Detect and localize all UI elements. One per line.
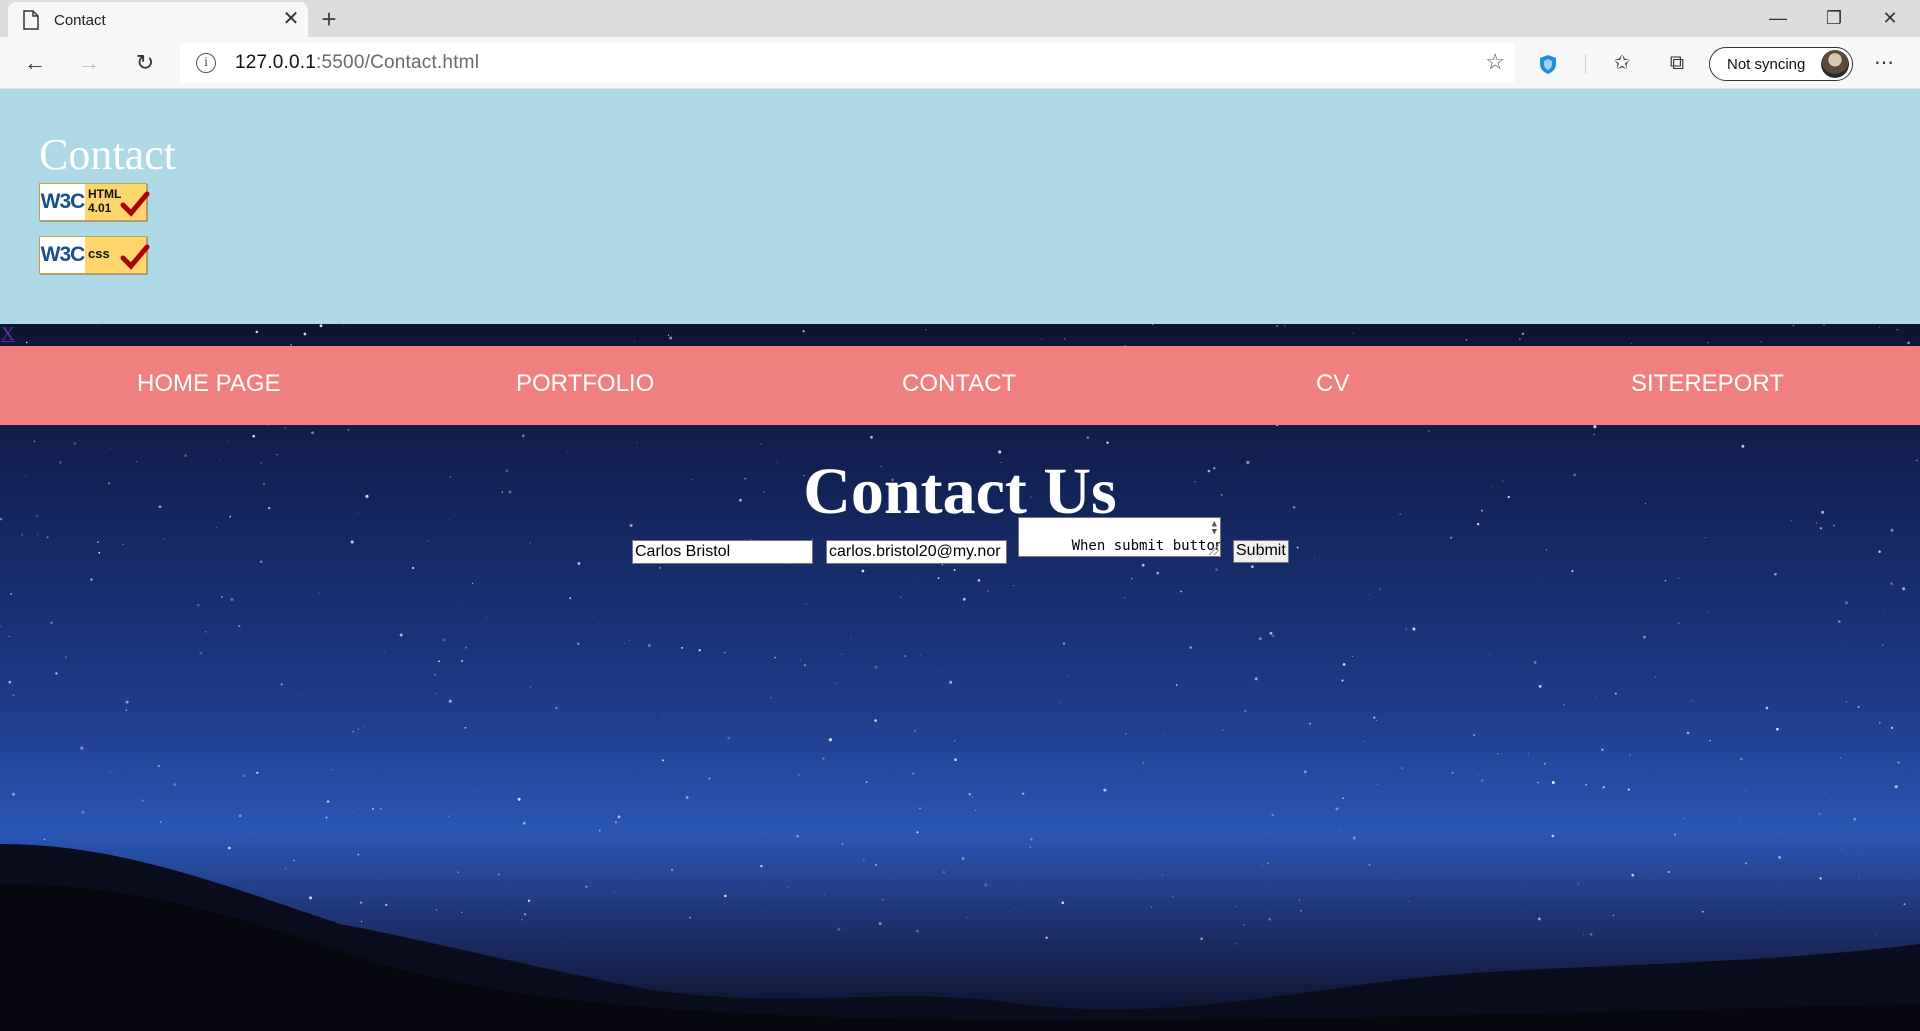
message-textarea[interactable]: When submit button is clicked, email is …: [1018, 517, 1221, 557]
page-icon: [23, 10, 39, 30]
starry-sky-background: X HOME PAGE PORTFOLIO CONTACT CV SITEREP…: [0, 324, 1920, 1031]
resize-grip-icon[interactable]: [1209, 545, 1219, 555]
forward-icon: →: [78, 50, 100, 75]
tab-title: Contact: [54, 12, 106, 29]
close-icon[interactable]: ✕: [278, 6, 304, 32]
nav-home[interactable]: HOME PAGE: [137, 370, 281, 398]
minimize-icon[interactable]: —: [1750, 0, 1806, 37]
favorite-star-icon[interactable]: ☆: [1485, 49, 1505, 75]
w3c-logo: W3C: [40, 237, 85, 273]
page-header: Contact W3C HTML 4.01 W3C css: [0, 89, 1920, 324]
nav-portfolio[interactable]: PORTFOLIO: [516, 370, 654, 398]
email-input[interactable]: carlos.bristol20@my.nor: [826, 540, 1007, 564]
scroll-spinner-icon[interactable]: ▲ ▼: [1212, 520, 1217, 537]
favorites-icon[interactable]: ✩: [1604, 46, 1640, 80]
sync-label: Not syncing: [1727, 56, 1806, 73]
toolbar-divider: [1585, 54, 1586, 74]
checkmark-icon: [120, 191, 150, 217]
sync-button[interactable]: Not syncing: [1709, 47, 1853, 81]
x-link[interactable]: X: [1, 324, 15, 346]
name-input[interactable]: Carlos Bristol: [632, 540, 813, 564]
w3c-logo: W3C: [40, 184, 85, 220]
back-icon[interactable]: ←: [17, 46, 53, 80]
window-close-icon[interactable]: ✕: [1862, 0, 1918, 37]
contact-heading: Contact Us: [803, 455, 1117, 528]
restore-icon[interactable]: ❐: [1806, 0, 1862, 37]
shield-icon[interactable]: [1539, 54, 1557, 75]
new-tab-icon[interactable]: +: [314, 4, 344, 34]
more-icon[interactable]: ⋯: [1866, 46, 1902, 80]
mountain-silhouette: [0, 844, 1920, 1031]
browser-toolbar: ← → ↻ i 127.0.0.1:5500/Contact.html ☆ ✩ …: [0, 37, 1920, 89]
main-nav: HOME PAGE PORTFOLIO CONTACT CV SITEREPOR…: [0, 346, 1920, 425]
message-text: When submit button is clicked, email is: [1071, 538, 1221, 554]
w3c-css-badge[interactable]: W3C css: [39, 236, 150, 274]
submit-button[interactable]: Submit: [1233, 540, 1289, 563]
browser-tab[interactable]: Contact ✕: [8, 2, 308, 37]
avatar: [1821, 50, 1849, 78]
info-icon[interactable]: i: [196, 53, 216, 73]
nav-sitereport[interactable]: SITEREPORT: [1631, 370, 1784, 398]
badge-text: css: [88, 246, 110, 261]
checkmark-icon: [120, 244, 150, 270]
address-url[interactable]: 127.0.0.1:5500/Contact.html: [235, 52, 479, 74]
collections-icon[interactable]: ⧉: [1659, 46, 1695, 80]
nav-cv[interactable]: CV: [1316, 370, 1349, 398]
badge-text: HTML 4.01: [88, 187, 122, 215]
page-title: Contact: [39, 130, 176, 179]
web-page: Contact W3C HTML 4.01 W3C css X HOME PAGE…: [0, 89, 1920, 1031]
address-bar[interactable]: i 127.0.0.1:5500/Contact.html ☆: [180, 43, 1515, 83]
refresh-icon[interactable]: ↻: [127, 46, 163, 80]
nav-contact[interactable]: CONTACT: [902, 370, 1016, 398]
browser-tab-bar: Contact ✕ + — ❐ ✕: [0, 0, 1920, 37]
w3c-html-badge[interactable]: W3C HTML 4.01: [39, 183, 150, 221]
